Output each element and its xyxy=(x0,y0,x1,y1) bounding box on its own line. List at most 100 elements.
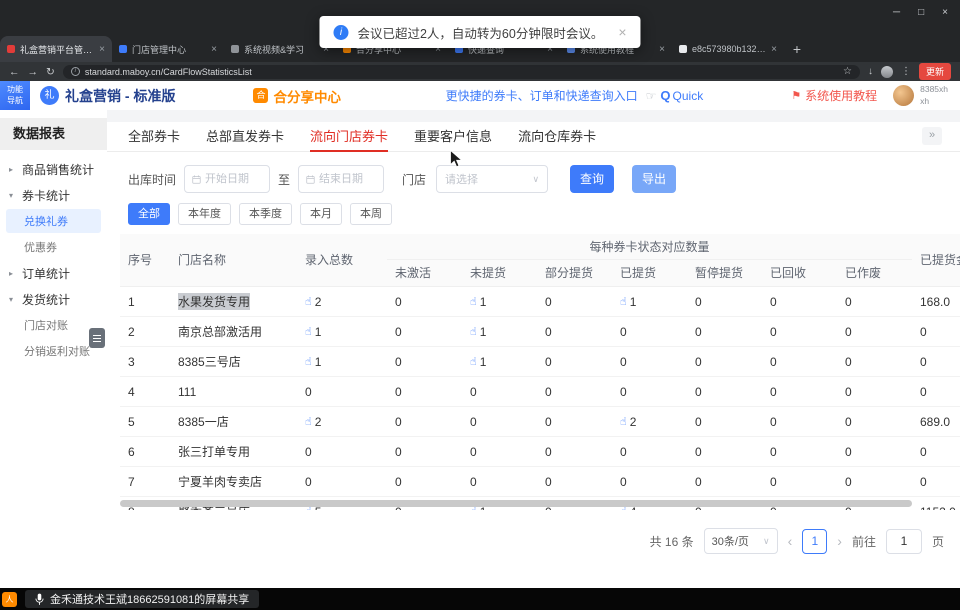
cell-link[interactable]: ☝1 xyxy=(612,287,687,316)
prev-page-icon[interactable]: ‹ xyxy=(788,533,793,549)
content-tab[interactable]: 全部券卡 xyxy=(128,122,180,152)
page-size-select[interactable]: 30条/页 ∨ xyxy=(704,528,778,554)
quick-label[interactable]: Quick xyxy=(673,89,704,103)
value-text: 0 xyxy=(770,445,777,459)
sidebar-item[interactable]: 兑换礼券 xyxy=(6,209,101,233)
current-page[interactable]: 1 xyxy=(802,529,827,554)
scrollbar-thumb[interactable] xyxy=(120,500,912,507)
link-hand-icon: ☝ xyxy=(620,415,627,428)
filter-row: 出库时间 至 门店 请选择 ∨ 查询 xyxy=(128,165,960,193)
browser-tab[interactable]: e8c573980b1328a258fd2e6l× xyxy=(672,36,784,62)
download-icon[interactable]: ↓ xyxy=(868,66,873,77)
browser-tab[interactable]: 门店管理中心× xyxy=(112,36,224,62)
minimize-icon[interactable]: ─ xyxy=(893,7,900,18)
status-col-header: 暂停提货 xyxy=(687,260,762,286)
content-tab[interactable]: 重要客户信息 xyxy=(414,122,492,152)
content-tab[interactable]: 总部直发券卡 xyxy=(206,122,284,152)
sidebar-item[interactable]: ▾发货统计 xyxy=(0,286,107,312)
reload-icon[interactable]: ↻ xyxy=(46,66,55,78)
tab-close-icon[interactable]: × xyxy=(211,44,217,55)
sidebar-item-label: 兑换礼券 xyxy=(24,213,68,229)
sidebar-item[interactable]: 优惠券 xyxy=(0,234,107,260)
sidebar-item[interactable]: ▸商品销售统计 xyxy=(0,156,107,182)
tab-close-icon[interactable]: × xyxy=(659,44,665,55)
tutorial-link[interactable]: ⚑ 系统使用教程 xyxy=(791,87,877,104)
goto-page-input[interactable] xyxy=(886,529,922,554)
value-text: 0 xyxy=(845,445,852,459)
value-text: 0 xyxy=(770,355,777,369)
back-icon[interactable]: ← xyxy=(9,66,20,78)
cell-link[interactable]: ☝2 xyxy=(297,407,387,436)
cell-store: 8385三号店 xyxy=(170,347,297,376)
value-text: 0 xyxy=(620,475,627,489)
next-page-icon[interactable]: › xyxy=(837,533,842,549)
end-date-input[interactable] xyxy=(298,165,384,193)
quick-search-icon[interactable]: Q xyxy=(660,88,670,103)
quick-filter-button[interactable]: 本周 xyxy=(350,203,392,225)
forward-icon[interactable]: → xyxy=(28,66,39,78)
end-date-field[interactable] xyxy=(319,173,376,185)
content-tab[interactable]: 流向仓库券卡 xyxy=(518,122,596,152)
value-text: 0 xyxy=(545,355,552,369)
quick-entry-link[interactable]: 更快捷的券卡、订单和快递查询入口 xyxy=(446,87,638,104)
cell-value: 0 xyxy=(297,377,387,406)
value-text: 0 xyxy=(620,325,627,339)
cell-value: 0 xyxy=(687,437,762,466)
tab-close-icon[interactable]: × xyxy=(99,44,105,55)
cell-seq: 2 xyxy=(120,317,170,346)
caret-icon: ▾ xyxy=(9,295,19,304)
search-button[interactable]: 查询 xyxy=(570,165,614,193)
quick-filter-button[interactable]: 本年度 xyxy=(178,203,231,225)
tab-close-icon[interactable]: × xyxy=(771,44,777,55)
cell-link[interactable]: ☝1 xyxy=(462,287,537,316)
export-button[interactable]: 导出 xyxy=(632,165,676,193)
user-avatar[interactable] xyxy=(893,85,914,106)
cell-store: 水果发货专用 xyxy=(170,287,297,316)
cell-link[interactable]: ☝2 xyxy=(297,287,387,316)
bookmark-star-icon[interactable]: ☆ xyxy=(843,66,852,77)
sidebar-item-label: 订单统计 xyxy=(22,265,70,282)
address-bar[interactable]: i standard.maboy.cn/CardFlowStatisticsLi… xyxy=(63,65,860,79)
quick-filter-button[interactable]: 本月 xyxy=(300,203,342,225)
value-text: 0 xyxy=(305,385,312,399)
cell-value: 0 xyxy=(762,377,837,406)
cell-link[interactable]: ☝1 xyxy=(462,347,537,376)
cell-value: 0 xyxy=(837,287,912,316)
cell-seq: 4 xyxy=(120,377,170,406)
cell-link[interactable]: ☝1 xyxy=(297,347,387,376)
toast-close-icon[interactable]: × xyxy=(618,24,626,40)
site-info-icon[interactable]: i xyxy=(71,67,80,76)
cell-link[interactable]: ☝2 xyxy=(612,407,687,436)
value-text: 0 xyxy=(545,325,552,339)
quick-filter-button[interactable]: 本季度 xyxy=(239,203,292,225)
browser-menu-icon[interactable]: ⋮ xyxy=(901,66,911,77)
maximize-icon[interactable]: □ xyxy=(918,7,924,18)
sidebar-item[interactable]: ▸订单统计 xyxy=(0,260,107,286)
browser-tab[interactable]: 礼盒营销平台管理中心× xyxy=(0,36,112,62)
quick-filter-button[interactable]: 全部 xyxy=(128,203,170,225)
content-tab[interactable]: 流向门店券卡 xyxy=(310,122,388,152)
store-select[interactable]: 请选择 ∨ xyxy=(436,165,548,193)
start-date-input[interactable] xyxy=(184,165,270,193)
cell-value: 0 xyxy=(762,467,837,496)
cell-link[interactable]: ☝1 xyxy=(462,317,537,346)
horizontal-scrollbar[interactable] xyxy=(120,500,940,507)
share-status-pill: 金禾通技术王斌18662591081的屏幕共享 xyxy=(25,590,259,608)
share-center-link[interactable]: 合 合分享中心 xyxy=(253,86,341,106)
sidebar-item[interactable]: ▾券卡统计 xyxy=(0,182,107,208)
link-hand-icon: ☝ xyxy=(305,325,312,338)
value-text: 0 xyxy=(770,475,777,489)
update-button[interactable]: 更新 xyxy=(919,63,951,80)
cell-value: 0 xyxy=(537,407,612,436)
share-app-icon[interactable]: 人 xyxy=(2,592,17,607)
total-count: 共 16 条 xyxy=(650,533,694,550)
cell-store: 南京总部激活用 xyxy=(170,317,297,346)
new-tab-button[interactable]: + xyxy=(786,36,808,62)
collapse-columns-button[interactable]: » xyxy=(922,127,942,145)
sidebar-drag-handle[interactable] xyxy=(89,328,105,348)
nav-toggle[interactable]: 功能 导航 xyxy=(0,81,30,110)
cell-link[interactable]: ☝1 xyxy=(297,317,387,346)
close-icon[interactable]: × xyxy=(942,7,948,18)
browser-profile-avatar[interactable] xyxy=(881,66,893,78)
start-date-field[interactable] xyxy=(205,173,262,185)
